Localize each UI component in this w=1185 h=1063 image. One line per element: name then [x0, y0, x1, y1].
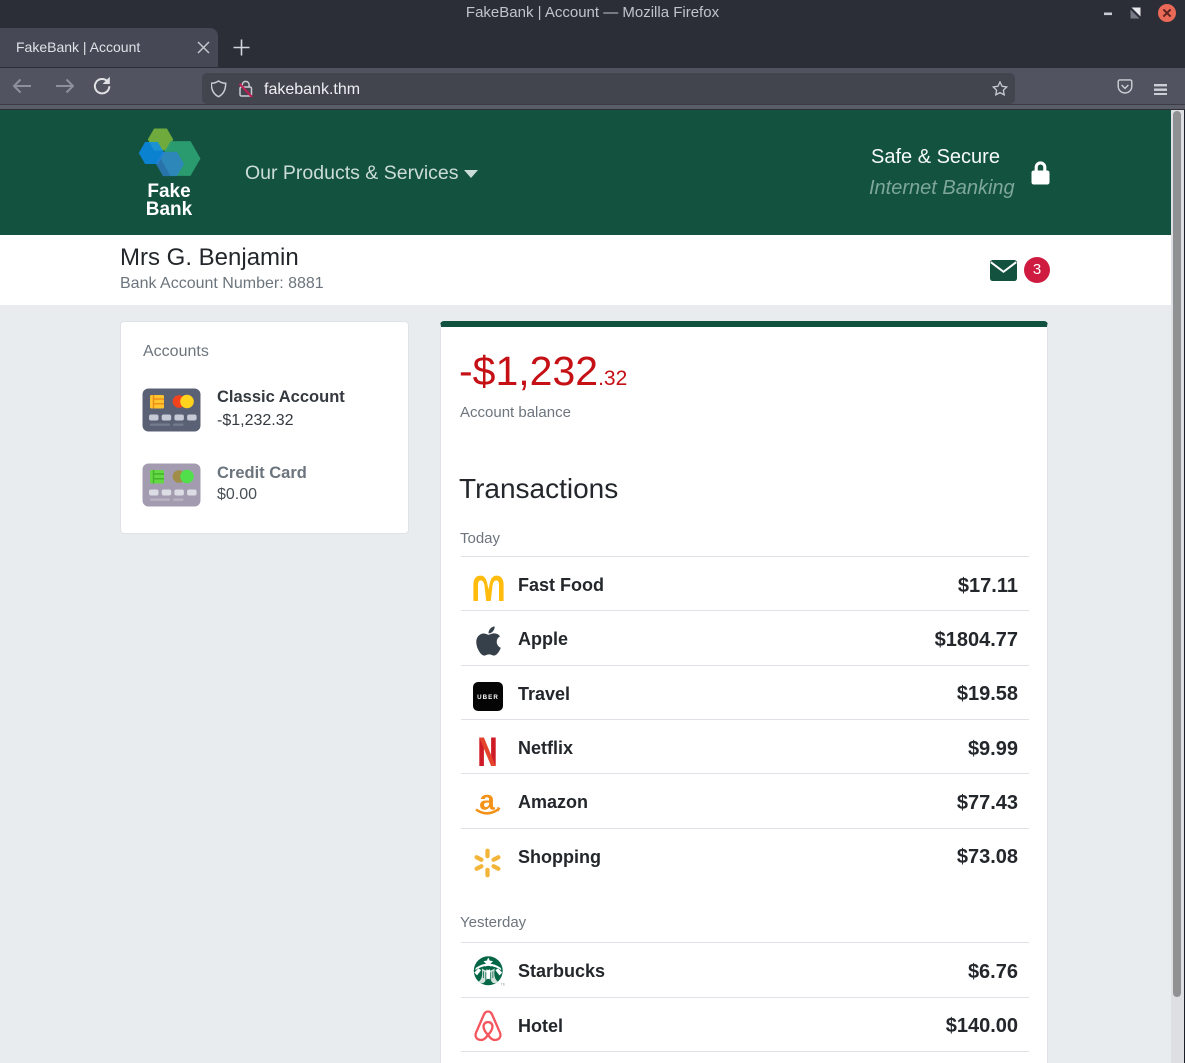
svg-text:UBER: UBER	[477, 693, 499, 700]
svg-text:TM: TM	[501, 983, 505, 987]
